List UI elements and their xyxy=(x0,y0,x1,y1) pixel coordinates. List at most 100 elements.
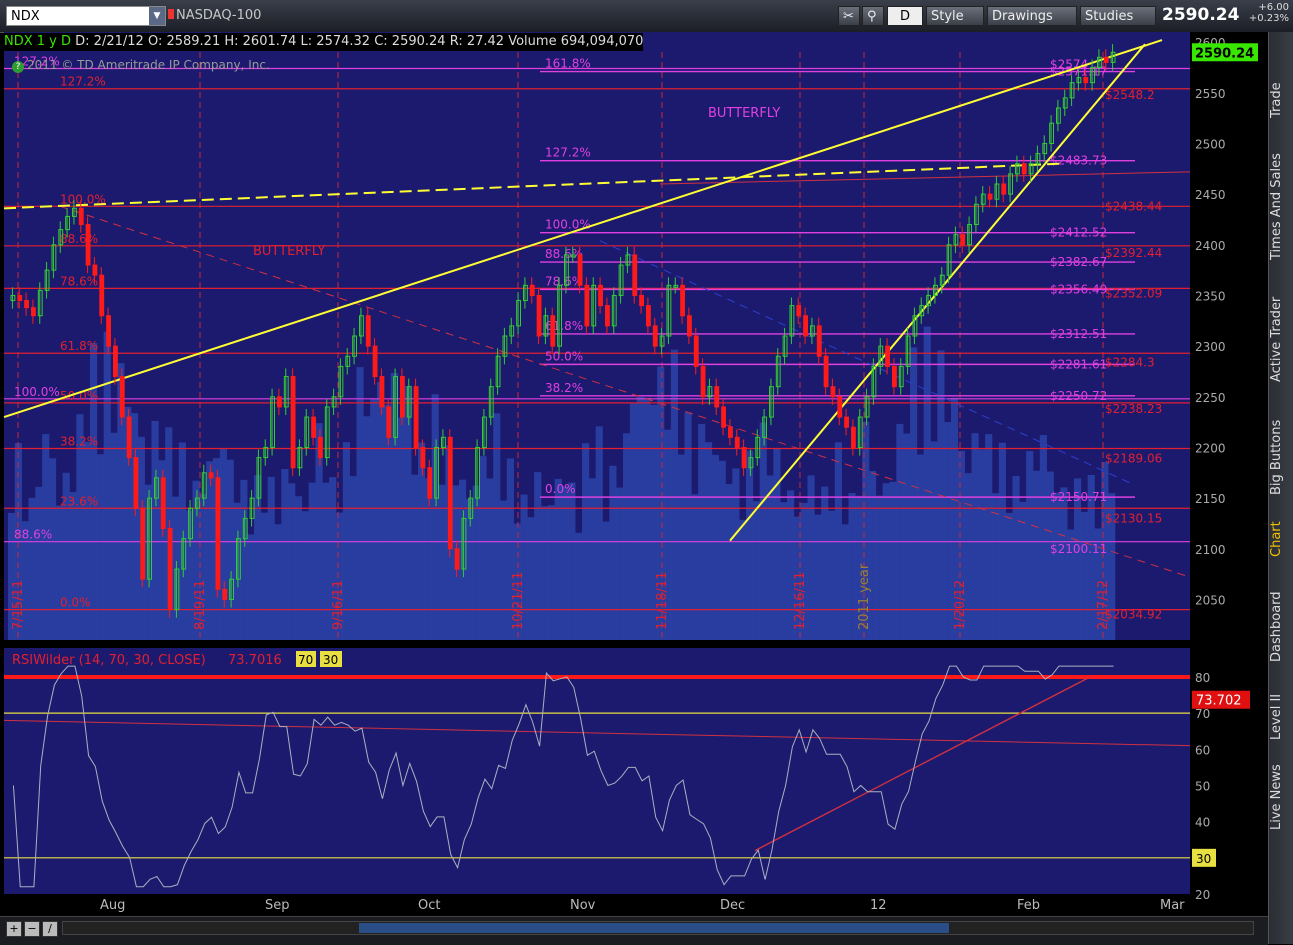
drawing-tool-icon[interactable]: ∕ xyxy=(42,921,58,937)
volume-bar xyxy=(1026,451,1034,640)
candle-body xyxy=(960,234,966,246)
candle-body xyxy=(277,396,282,408)
side-tab-level-ii[interactable]: Level II xyxy=(1269,687,1293,747)
side-tab-times-and-sales[interactable]: Times And Sales xyxy=(1269,142,1293,272)
candle-body xyxy=(892,365,897,388)
candle-body xyxy=(652,325,658,347)
time-axis-tick: Nov xyxy=(570,898,596,913)
magnifier-icon[interactable]: ⚲ xyxy=(862,6,884,26)
period-button[interactable]: D xyxy=(887,6,923,26)
side-tab-chart[interactable]: Chart xyxy=(1269,517,1293,562)
header-low: L: 2574.32 xyxy=(300,34,371,49)
copyright-text: 2011 © TD Ameritrade IP Company, Inc. xyxy=(27,58,270,72)
volume-bar xyxy=(370,398,378,640)
volume-bar xyxy=(718,460,726,640)
volume-bar xyxy=(923,326,931,640)
period-label: 8/19/11 xyxy=(193,580,208,630)
candle-body xyxy=(885,345,891,367)
period-label: 2011 year xyxy=(857,563,872,630)
time-axis-tick: Mar xyxy=(1160,898,1185,913)
candle-body xyxy=(1021,163,1027,175)
drawings-button[interactable]: Drawings xyxy=(987,6,1077,26)
candle-body xyxy=(803,315,809,337)
change-abs: +6.00 xyxy=(1258,2,1289,13)
candle-body xyxy=(24,300,29,309)
volume-bar xyxy=(295,496,303,640)
candle-body xyxy=(844,416,850,428)
volume-bar xyxy=(746,450,754,640)
candle-body xyxy=(851,426,856,448)
zoom-out-icon[interactable]: − xyxy=(24,921,40,937)
rsi-pane-background xyxy=(4,648,1190,894)
price-change: +6.00 +0.23% xyxy=(1237,2,1289,24)
annotation-point-d: D xyxy=(1052,32,1061,33)
candle-body xyxy=(529,284,535,296)
period-label: 10/21/11 xyxy=(511,572,526,630)
time-scrollbar[interactable] xyxy=(62,921,1254,935)
studies-button[interactable]: Studies xyxy=(1080,6,1156,26)
rsi-axis-tick: 40 xyxy=(1195,816,1210,830)
candle-body xyxy=(536,294,542,337)
volume-bar xyxy=(479,456,487,640)
volume-bar xyxy=(301,511,309,640)
candle-body xyxy=(837,396,843,418)
volume-bar xyxy=(698,423,706,640)
scissors-icon[interactable]: ✂ xyxy=(838,6,860,26)
rsi-os-badge-text: 30 xyxy=(323,653,338,667)
volume-bar xyxy=(500,500,508,640)
header-open: O: 2589.21 xyxy=(147,34,221,49)
volume-bar xyxy=(643,397,651,640)
volume-bar xyxy=(390,372,398,640)
rsi-value: 73.7016 xyxy=(228,653,282,668)
candle-body xyxy=(830,386,836,398)
candle-body xyxy=(1083,77,1089,84)
scroll-thumb[interactable] xyxy=(359,923,949,933)
side-tab-dashboard[interactable]: Dashboard xyxy=(1269,584,1293,669)
zoom-in-icon[interactable]: + xyxy=(6,921,22,937)
last-price: 2590.24 xyxy=(1162,5,1240,25)
volume-bar xyxy=(677,454,685,640)
volume-bar xyxy=(110,432,118,640)
annotation-butterfly-right: BUTTERFLY xyxy=(708,106,780,121)
header-volume: Volume 694,094,070 xyxy=(508,34,644,49)
candle-body xyxy=(741,446,747,469)
price-level-label: $2238.23 xyxy=(1105,402,1162,416)
studies-label: Studies xyxy=(1085,9,1134,24)
price-level-label: $2034.92 xyxy=(1105,608,1162,622)
header-high: H: 2601.74 xyxy=(224,34,297,49)
price-level-label: $2189.06 xyxy=(1105,452,1162,466)
candle-body xyxy=(160,477,166,530)
volume-bar xyxy=(568,482,576,640)
volume-bar xyxy=(575,532,583,640)
price-level-label: $2483.73 xyxy=(1050,154,1107,168)
symbol-input[interactable]: NDX ▼ xyxy=(6,6,166,26)
price-axis-tick: 2150 xyxy=(1195,492,1226,506)
header-close: C: 2590.24 xyxy=(374,34,446,49)
fib-label-left: 50.0% xyxy=(60,389,98,403)
price-axis-tick: 2400 xyxy=(1195,239,1226,253)
volume-bar xyxy=(732,468,740,640)
candle-body xyxy=(119,376,125,418)
side-tab-big-buttons[interactable]: Big Buttons xyxy=(1269,407,1293,507)
volume-bar xyxy=(814,514,822,640)
candle-body xyxy=(454,548,460,570)
time-axis-tick: Aug xyxy=(100,898,125,913)
volume-bar xyxy=(486,478,494,640)
style-label: Style xyxy=(931,9,964,24)
chevron-down-icon[interactable]: ▼ xyxy=(149,7,165,25)
time-axis-tick: Oct xyxy=(418,898,440,913)
volume-bar xyxy=(49,458,57,640)
price-chart[interactable]: 127.2%127.2%100.0%88.6%78.6%61.8%100.0% 5… xyxy=(0,32,1268,916)
side-tab-live-news[interactable]: Live News xyxy=(1269,762,1293,832)
style-button[interactable]: Style xyxy=(926,6,984,26)
candle-body xyxy=(85,224,91,266)
volume-bar xyxy=(349,476,357,640)
volume-bar xyxy=(773,448,781,640)
candle-body xyxy=(99,274,105,317)
volume-bar xyxy=(1060,487,1068,640)
fib-label-left: 100.0% xyxy=(14,385,60,399)
candle-body xyxy=(133,457,139,509)
side-tab-active-trader[interactable]: Active Trader xyxy=(1269,287,1293,392)
volume-bar xyxy=(55,505,63,640)
side-tab-trade[interactable]: Trade xyxy=(1269,70,1293,130)
